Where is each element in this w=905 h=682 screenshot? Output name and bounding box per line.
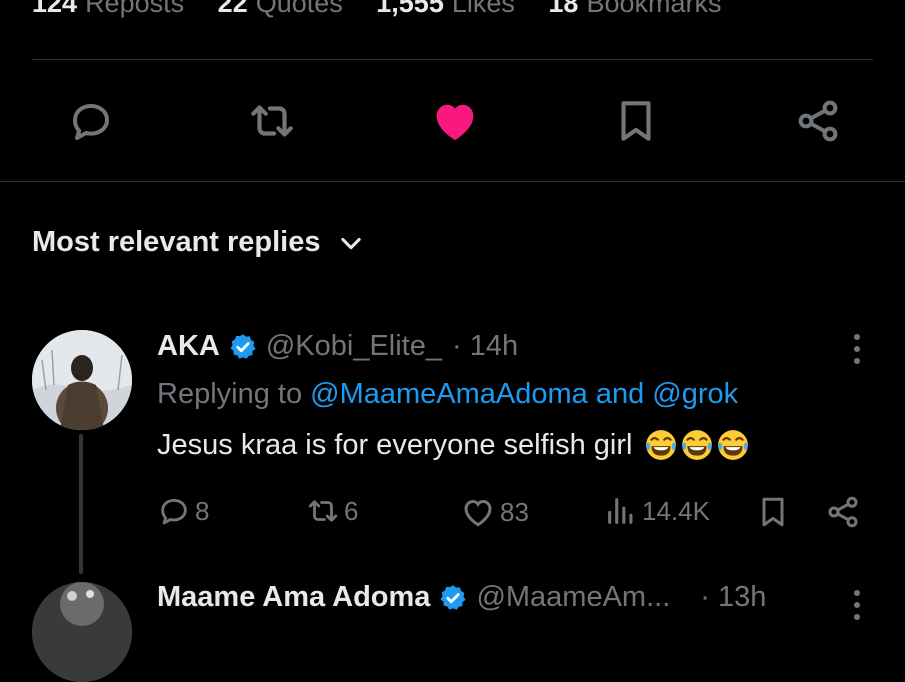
reply-bookmark-button[interactable] [755, 494, 791, 530]
bookmark-icon [762, 497, 784, 527]
avatar-image [32, 330, 132, 430]
stat-likes[interactable]: 1,555 Likes [376, 0, 515, 18]
reply-button[interactable] [66, 96, 116, 146]
chevron-down-icon [340, 237, 361, 249]
reply-header: AKA @Kobi_Elite_ · 14h [157, 330, 518, 363]
author-handle[interactable]: @MaameAm... [476, 581, 670, 614]
post-time[interactable]: · 13h [700, 581, 766, 614]
author-handle[interactable]: @Kobi_Elite_ [266, 330, 442, 363]
laughing-emoji-icon [646, 430, 677, 460]
more-options-button[interactable] [852, 590, 862, 620]
like-count: 83 [500, 496, 529, 527]
repost-icon [308, 500, 338, 522]
stat-quotes[interactable]: 22 Quotes [218, 0, 343, 18]
stat-bookmarks[interactable]: 18 Bookmarks [548, 0, 721, 18]
heart-icon [464, 499, 492, 527]
views-button[interactable]: 14.4K [604, 494, 710, 528]
share-icon [798, 100, 838, 142]
post-time[interactable]: · 14h [452, 330, 518, 363]
stat-reposts[interactable]: 124 Reposts [32, 0, 184, 18]
repost-icon [251, 105, 293, 137]
avatar[interactable] [32, 330, 132, 430]
verified-badge-icon [230, 333, 256, 359]
like-count-button[interactable]: 83 [460, 494, 529, 530]
avatar[interactable] [32, 582, 132, 682]
like-button[interactable] [430, 96, 480, 146]
divider [32, 59, 873, 60]
dot [854, 334, 860, 340]
reply-header: Maame Ama Adoma @MaameAm... · 13h [157, 581, 766, 614]
dot [854, 602, 860, 608]
analytics-icon [608, 498, 633, 524]
verified-badge-icon [440, 584, 466, 610]
engagement-stats: 124 Reposts 22 Quotes 1,555 Likes 18 Bookmar… [32, 0, 905, 28]
repost-button[interactable] [247, 96, 297, 146]
repost-count: 6 [344, 495, 359, 526]
heart-filled-icon [436, 104, 474, 141]
replying-to-links[interactable]: @MaameAmaAdoma and @grok [310, 378, 738, 410]
more-options-button[interactable] [852, 334, 862, 364]
reply-count-button[interactable]: 8 [157, 494, 209, 528]
views-count: 14.4K [642, 495, 710, 526]
reply-text: Jesus kraa is for everyone selfish girl [157, 428, 750, 462]
bookmark-icon [621, 101, 651, 141]
replies-sort-label: Most relevant replies [32, 226, 321, 258]
replying-to: Replying to @MaameAmaAdoma and @grok [157, 378, 739, 410]
reply-count: 8 [195, 495, 210, 526]
share-button[interactable] [793, 96, 843, 146]
reply-share-button[interactable] [825, 494, 861, 530]
laughing-emoji-icon [682, 430, 713, 460]
share-icon [828, 496, 858, 528]
author-name[interactable]: AKA [157, 330, 220, 363]
thread-line [79, 434, 83, 574]
author-name[interactable]: Maame Ama Adoma [157, 581, 430, 614]
bookmark-button[interactable] [611, 96, 661, 146]
dot [854, 614, 860, 620]
reply-icon [161, 498, 187, 525]
reply-icon [73, 104, 109, 140]
dot [854, 346, 860, 352]
dot [854, 358, 860, 364]
divider [0, 181, 905, 182]
dot [854, 590, 860, 596]
laughing-emoji-icon [718, 430, 749, 460]
repost-count-button[interactable]: 6 [306, 494, 358, 528]
replies-sort-dropdown[interactable]: Most relevant replies [32, 226, 365, 259]
avatar-image [32, 582, 132, 682]
